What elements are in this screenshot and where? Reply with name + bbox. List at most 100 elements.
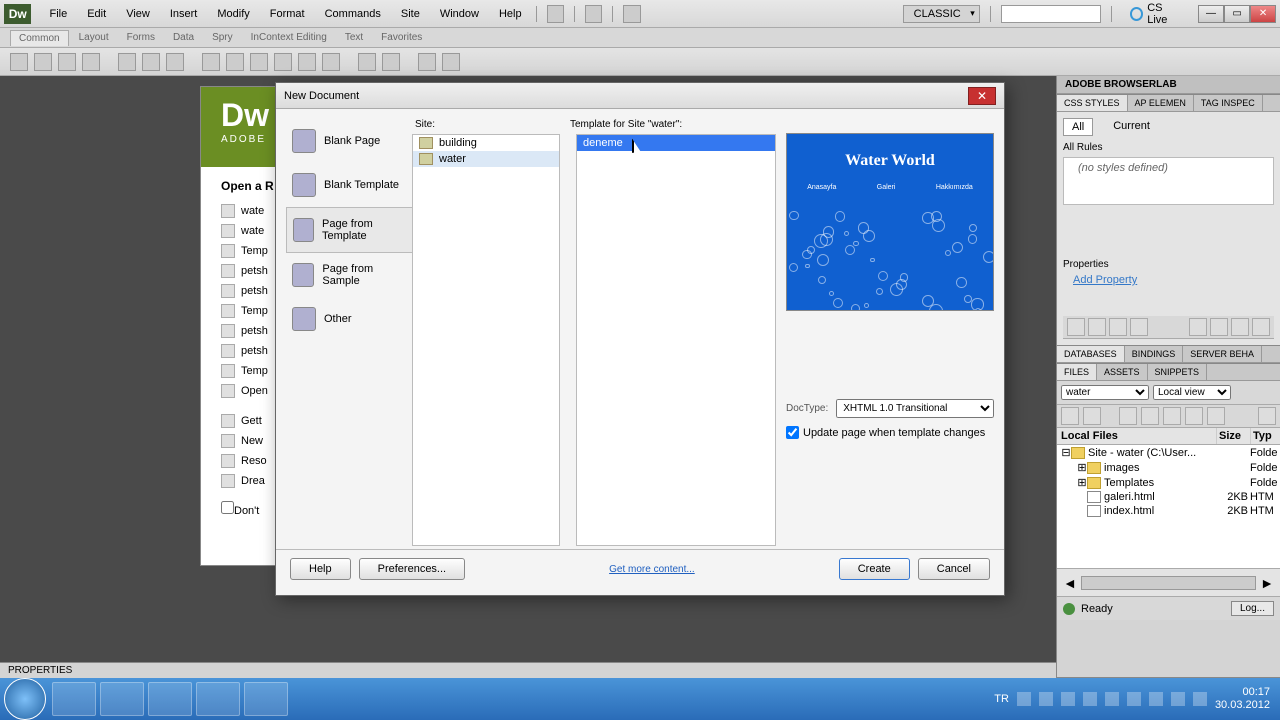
tool-icon[interactable]	[166, 53, 184, 71]
menu-site[interactable]: Site	[391, 4, 430, 24]
tool-icon[interactable]	[442, 53, 460, 71]
insert-tab-layout[interactable]: Layout	[71, 30, 117, 45]
close-button[interactable]: ✕	[1250, 5, 1276, 23]
insert-tab-favorites[interactable]: Favorites	[373, 30, 430, 45]
files-tool-icon[interactable]	[1061, 407, 1079, 425]
tool-icon[interactable]	[298, 53, 316, 71]
doctype-select[interactable]: XHTML 1.0 Transitional	[836, 399, 994, 418]
sync-icon[interactable]	[623, 5, 640, 23]
insert-tab-incontext-editing[interactable]: InContext Editing	[243, 30, 335, 45]
css-tool-icon[interactable]	[1189, 318, 1207, 336]
create-button[interactable]: Create	[839, 558, 910, 580]
expand-icon[interactable]	[1258, 407, 1276, 425]
tree-row[interactable]: galeri.html2KBHTM	[1057, 490, 1280, 504]
insert-tab-common[interactable]: Common	[10, 30, 69, 46]
tool-icon[interactable]	[418, 53, 436, 71]
tray-icon[interactable]	[1061, 692, 1075, 706]
tray-icon[interactable]	[1039, 692, 1053, 706]
taskbar-item[interactable]	[148, 682, 192, 716]
tab-server-beha[interactable]: SERVER BEHA	[1183, 346, 1262, 362]
checkout-icon[interactable]	[1163, 407, 1181, 425]
tab-assets[interactable]: ASSETS	[1097, 364, 1148, 380]
tool-icon[interactable]	[118, 53, 136, 71]
cancel-button[interactable]: Cancel	[918, 558, 990, 580]
sync-icon[interactable]	[1207, 407, 1225, 425]
tool-icon[interactable]	[382, 53, 400, 71]
tree-row[interactable]: ⊞TemplatesFolde	[1057, 475, 1280, 490]
tool-icon[interactable]	[274, 53, 292, 71]
tool-icon[interactable]	[10, 53, 28, 71]
taskbar-item[interactable]	[100, 682, 144, 716]
tree-row[interactable]: index.html2KBHTM	[1057, 504, 1280, 518]
site-item[interactable]: water	[413, 151, 559, 167]
put-icon[interactable]	[1141, 407, 1159, 425]
site-item[interactable]: building	[413, 135, 559, 151]
files-tree[interactable]: Local Files Size Typ ⊟Site - water (C:\U…	[1057, 428, 1280, 568]
taskbar-item[interactable]	[244, 682, 288, 716]
tool-icon[interactable]	[58, 53, 76, 71]
lang-indicator[interactable]: TR	[994, 693, 1009, 705]
tab-snippets[interactable]: SNIPPETS	[1148, 364, 1208, 380]
menu-help[interactable]: Help	[489, 4, 532, 24]
css-tool-icon[interactable]	[1067, 318, 1085, 336]
start-button[interactable]	[4, 678, 46, 720]
tree-row[interactable]: ⊟Site - water (C:\User...Folde	[1057, 445, 1280, 460]
tray-icon[interactable]	[1127, 692, 1141, 706]
tray-icon[interactable]	[1017, 692, 1031, 706]
menu-format[interactable]: Format	[260, 4, 315, 24]
search-input[interactable]	[1001, 5, 1101, 23]
update-checkbox[interactable]	[786, 426, 799, 439]
css-tool-icon[interactable]	[1109, 318, 1127, 336]
insert-tab-spry[interactable]: Spry	[204, 30, 241, 45]
menu-edit[interactable]: Edit	[77, 4, 116, 24]
tab-ap-elemen[interactable]: AP ELEMEN	[1128, 95, 1194, 111]
cslive-link[interactable]: CS Live	[1122, 2, 1192, 26]
menu-file[interactable]: File	[39, 4, 77, 24]
minimize-button[interactable]: —	[1198, 5, 1224, 23]
css-current-tab[interactable]: Current	[1105, 118, 1158, 136]
tray-icon[interactable]	[1105, 692, 1119, 706]
tool-icon[interactable]	[226, 53, 244, 71]
dialog-titlebar[interactable]: New Document ✕	[276, 83, 1004, 109]
menu-commands[interactable]: Commands	[315, 4, 391, 24]
taskbar-item[interactable]	[196, 682, 240, 716]
checkin-icon[interactable]	[1185, 407, 1203, 425]
tool-icon[interactable]	[142, 53, 160, 71]
get-more-content-link[interactable]: Get more content...	[609, 564, 695, 575]
layout-icon[interactable]	[547, 5, 564, 23]
menu-window[interactable]: Window	[430, 4, 489, 24]
dialog-close-button[interactable]: ✕	[968, 87, 996, 105]
tab-bindings[interactable]: BINDINGS	[1125, 346, 1184, 362]
gear-icon[interactable]	[585, 5, 602, 23]
menu-modify[interactable]: Modify	[207, 4, 259, 24]
clock[interactable]: 00:17 30.03.2012	[1215, 686, 1270, 712]
tab-databases[interactable]: DATABASES	[1057, 346, 1125, 362]
insert-tab-text[interactable]: Text	[337, 30, 371, 45]
tool-icon[interactable]	[250, 53, 268, 71]
site-select[interactable]: water	[1061, 385, 1149, 400]
category-page-from-sample[interactable]: Page from Sample	[286, 253, 413, 297]
tool-icon[interactable]	[202, 53, 220, 71]
css-tool-icon[interactable]	[1088, 318, 1106, 336]
refresh-icon[interactable]	[1083, 407, 1101, 425]
tool-icon[interactable]	[322, 53, 340, 71]
tool-icon[interactable]	[358, 53, 376, 71]
taskbar-item[interactable]	[52, 682, 96, 716]
maximize-button[interactable]: ▭	[1224, 5, 1250, 23]
workspace-switcher[interactable]: CLASSIC	[903, 5, 980, 23]
log-button[interactable]: Log...	[1231, 601, 1274, 616]
category-blank-page[interactable]: Blank Page	[286, 119, 413, 163]
css-tool-icon[interactable]	[1210, 318, 1228, 336]
css-tool-icon[interactable]	[1231, 318, 1249, 336]
css-tool-icon[interactable]	[1130, 318, 1148, 336]
tab-css-styles[interactable]: CSS STYLES	[1057, 95, 1128, 111]
tab-files[interactable]: FILES	[1057, 364, 1097, 380]
view-select[interactable]: Local view	[1153, 385, 1231, 400]
tool-icon[interactable]	[34, 53, 52, 71]
browserlab-panel-title[interactable]: ADOBE BROWSERLAB	[1057, 76, 1280, 94]
category-blank-template[interactable]: Blank Template	[286, 163, 413, 207]
dont-show-checkbox[interactable]	[221, 501, 234, 514]
insert-tab-forms[interactable]: Forms	[119, 30, 163, 45]
category-page-from-template[interactable]: Page from Template	[286, 207, 413, 253]
preferences-button[interactable]: Preferences...	[359, 558, 465, 580]
